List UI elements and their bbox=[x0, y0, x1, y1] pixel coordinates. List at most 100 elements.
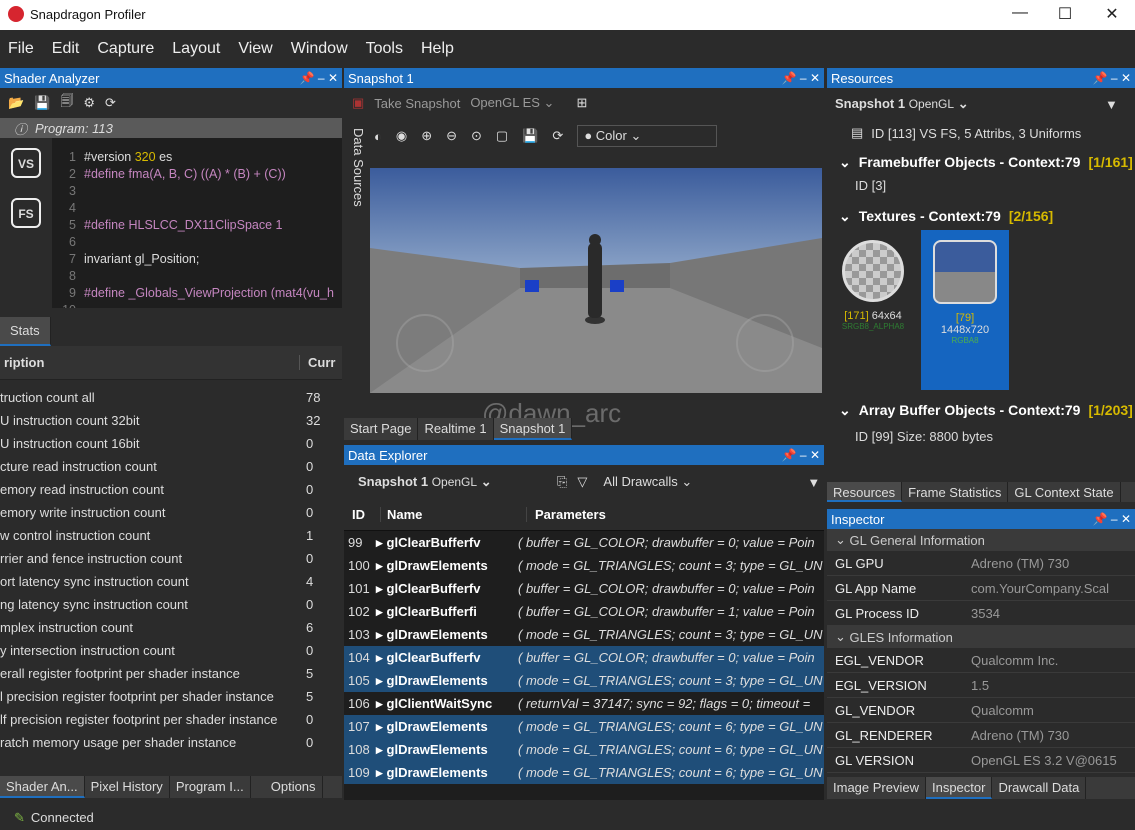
table-row[interactable]: 104 ▸ glClearBufferfv( buffer = GL_COLOR; … bbox=[344, 646, 824, 669]
property-row[interactable]: GL_VENDOR Qualcomm bbox=[827, 698, 1135, 723]
tab-inspector[interactable]: Inspector bbox=[925, 777, 993, 799]
fs-stage-icon[interactable]: FS bbox=[11, 198, 41, 228]
maximize-button[interactable]: ☐ bbox=[1055, 4, 1075, 24]
table-row[interactable]: mplex instruction count 6 bbox=[0, 616, 342, 639]
pin-icon[interactable]: 📌 – ✕ bbox=[782, 71, 820, 85]
palette-icon[interactable]: ◐ bbox=[374, 129, 382, 144]
abo-item[interactable]: ID [99] Size: 8800 bytes bbox=[827, 424, 1135, 448]
tab-options[interactable]: Options bbox=[251, 776, 323, 798]
tab-stats[interactable]: Stats bbox=[0, 317, 51, 346]
texture-thumb[interactable]: [171] 64x64 SRGB8_ALPHA8 bbox=[837, 230, 909, 390]
table-row[interactable]: 101 ▸ glClearBufferfv( buffer = GL_COLOR; … bbox=[344, 577, 824, 600]
table-row[interactable]: l precision register footprint per shade… bbox=[0, 685, 342, 708]
table-row[interactable]: y intersection instruction count 0 bbox=[0, 639, 342, 662]
col-description[interactable]: ription bbox=[0, 355, 300, 370]
filter-dropdown[interactable]: All Drawcalls ⌄ bbox=[597, 472, 758, 492]
menu-capture[interactable]: Capture bbox=[97, 40, 154, 58]
property-row[interactable]: GL App Name com.YourCompany.Scal bbox=[827, 576, 1135, 601]
refresh-icon[interactable]: ⟳ bbox=[105, 95, 116, 111]
tab-program-info[interactable]: Program I... bbox=[170, 776, 251, 798]
menu-file[interactable]: File bbox=[8, 40, 34, 58]
gl-general-section[interactable]: ⌄ GL General Information bbox=[827, 529, 1135, 551]
pin-icon[interactable]: 📌 – ✕ bbox=[1093, 71, 1131, 85]
table-row[interactable]: cture read instruction count 0 bbox=[0, 455, 342, 478]
frame-icon[interactable]: ▢ bbox=[496, 128, 508, 144]
table-row[interactable]: U instruction count 32bit 32 bbox=[0, 409, 342, 432]
expand-arrow-icon[interactable]: ▸ bbox=[376, 673, 383, 688]
save-icon[interactable]: 💾 bbox=[34, 95, 50, 111]
table-row[interactable]: ort latency sync instruction count 4 bbox=[0, 570, 342, 593]
property-row[interactable]: GL VERSION OpenGL ES 3.2 V@0615 bbox=[827, 748, 1135, 773]
col-name[interactable]: Name bbox=[380, 507, 526, 522]
property-row[interactable]: GL Process ID 3534 bbox=[827, 601, 1135, 626]
data-sources-sidebar[interactable]: Data Sources bbox=[344, 120, 366, 420]
code-editor[interactable]: 1 #version 320 es 2 #define fma(A, B, C) ((… bbox=[52, 138, 342, 308]
tab-shader-analyzer[interactable]: Shader An... bbox=[0, 776, 85, 798]
expand-arrow-icon[interactable]: ▸ bbox=[376, 719, 383, 734]
tab-pixel-history[interactable]: Pixel History bbox=[85, 776, 170, 798]
menu-chevron-icon[interactable]: ▼ bbox=[1105, 97, 1118, 112]
abo-section[interactable]: ⌄ Array Buffer Objects - Context:79 [1/203… bbox=[827, 396, 1135, 424]
filter-icon[interactable]: ▽ bbox=[577, 474, 587, 490]
close-button[interactable]: ✕ bbox=[1102, 4, 1122, 24]
table-row[interactable]: U instruction count 16bit 0 bbox=[0, 432, 342, 455]
menu-help[interactable]: Help bbox=[421, 40, 454, 58]
menu-edit[interactable]: Edit bbox=[52, 40, 80, 58]
table-row[interactable]: lf precision register footprint per shad… bbox=[0, 708, 342, 731]
expand-arrow-icon[interactable]: ▸ bbox=[376, 581, 383, 596]
col-id[interactable]: ID bbox=[344, 507, 380, 522]
menu-layout[interactable]: Layout bbox=[172, 40, 220, 58]
menu-chevron-icon[interactable]: ▼ bbox=[807, 475, 820, 490]
fbo-section[interactable]: ⌄ Framebuffer Objects - Context:79 [1/161] bbox=[827, 146, 1135, 178]
open-icon[interactable]: 📂 bbox=[8, 95, 24, 111]
table-row[interactable]: emory write instruction count 0 bbox=[0, 501, 342, 524]
textures-section[interactable]: ⌄ Textures - Context:79 [2/156] bbox=[827, 202, 1135, 230]
table-row[interactable]: 99 ▸ glClearBufferfv( buffer = GL_COLOR; d… bbox=[344, 531, 824, 554]
expand-arrow-icon[interactable]: ▸ bbox=[376, 604, 383, 619]
pin-icon[interactable]: 📌 – ✕ bbox=[782, 448, 820, 462]
export-icon[interactable]: ⎘ bbox=[557, 474, 567, 490]
take-snapshot-button[interactable]: Take Snapshot bbox=[374, 96, 460, 111]
tab-snapshot[interactable]: Snapshot 1 bbox=[493, 418, 573, 440]
expand-arrow-icon[interactable]: ▸ bbox=[376, 558, 383, 573]
pin-icon[interactable]: 📌 – ✕ bbox=[300, 71, 338, 85]
tab-start-page[interactable]: Start Page bbox=[344, 418, 419, 440]
snapshot-dropdown[interactable]: Snapshot 1 OpenGL ⌄ bbox=[352, 472, 547, 492]
expand-arrow-icon[interactable]: ▸ bbox=[376, 696, 383, 711]
expand-arrow-icon[interactable]: ▸ bbox=[376, 627, 383, 642]
tab-realtime[interactable]: Realtime 1 bbox=[418, 418, 494, 440]
color-dropdown[interactable]: ● Color ⌄ bbox=[577, 125, 718, 147]
texture-thumb-selected[interactable]: [79] 1448x720 RGBA8 bbox=[921, 230, 1009, 390]
table-row[interactable]: 107 ▸ glDrawElements( mode = GL_TRIANGLES;… bbox=[344, 715, 824, 738]
vs-stage-icon[interactable]: VS bbox=[11, 148, 41, 178]
expand-arrow-icon[interactable]: ▸ bbox=[376, 535, 383, 550]
menu-tools[interactable]: Tools bbox=[366, 40, 403, 58]
tab-resources[interactable]: Resources bbox=[827, 482, 903, 502]
add-icon[interactable]: ⊞ bbox=[576, 95, 587, 111]
expand-arrow-icon[interactable]: ▸ bbox=[376, 765, 383, 780]
table-row[interactable]: truction count all 78 bbox=[0, 386, 342, 409]
save-all-icon[interactable]: 🗐 bbox=[60, 92, 73, 114]
program-item[interactable]: ▤ ID [113] VS FS, 5 Attribs, 3 Uniforms bbox=[827, 120, 1135, 146]
property-row[interactable]: EGL_VERSION 1.5 bbox=[827, 673, 1135, 698]
res-snapshot-dropdown[interactable]: Snapshot 1 OpenGL ⌄ bbox=[835, 96, 1025, 112]
expand-arrow-icon[interactable]: ▸ bbox=[376, 650, 383, 665]
api-dropdown[interactable]: OpenGL ES ⌄ bbox=[470, 95, 554, 111]
settings-icon[interactable]: ⚙ bbox=[83, 95, 95, 111]
table-row[interactable]: 100 ▸ glDrawElements( mode = GL_TRIANGLES;… bbox=[344, 554, 824, 577]
minimize-button[interactable]: — bbox=[1010, 4, 1030, 22]
zoom-out-icon[interactable]: ⊖ bbox=[446, 128, 457, 144]
tab-image-preview[interactable]: Image Preview bbox=[827, 777, 926, 799]
tab-frame-statistics[interactable]: Frame Statistics bbox=[902, 482, 1009, 502]
table-row[interactable]: 109 ▸ glDrawElements( mode = GL_TRIANGLES;… bbox=[344, 761, 824, 784]
table-row[interactable]: 103 ▸ glDrawElements( mode = GL_TRIANGLES;… bbox=[344, 623, 824, 646]
table-row[interactable]: ng latency sync instruction count 0 bbox=[0, 593, 342, 616]
rotate-icon[interactable]: ⟳ bbox=[552, 128, 563, 144]
menu-window[interactable]: Window bbox=[291, 40, 348, 58]
frame-preview[interactable] bbox=[370, 168, 822, 393]
table-row[interactable]: 102 ▸ glClearBufferfi( buffer = GL_COLOR; … bbox=[344, 600, 824, 623]
tab-gl-context-state[interactable]: GL Context State bbox=[1008, 482, 1121, 502]
col-parameters[interactable]: Parameters bbox=[526, 507, 606, 522]
table-row[interactable]: ratch memory usage per shader instance 0 bbox=[0, 731, 342, 754]
gles-section[interactable]: ⌄ GLES Information bbox=[827, 626, 1135, 648]
